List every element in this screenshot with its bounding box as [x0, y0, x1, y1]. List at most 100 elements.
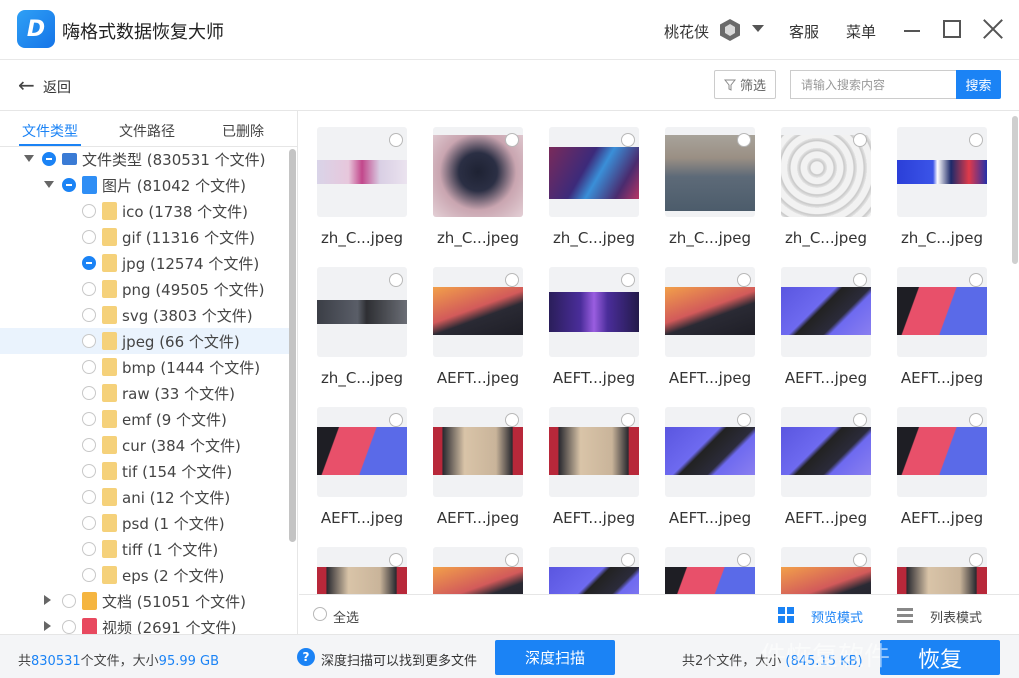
list-mode-button[interactable]: 列表模式 [930, 607, 982, 626]
file-select-checkbox[interactable] [853, 273, 867, 287]
file-card[interactable] [665, 547, 755, 594]
tree-item-checkbox[interactable] [82, 542, 96, 556]
thumbnail-frame[interactable] [781, 127, 871, 217]
tree-item-checkbox[interactable] [82, 308, 96, 322]
file-card[interactable]: zh_C...jpeg [549, 127, 639, 257]
preview-mode-icon[interactable] [778, 607, 794, 623]
tab-deleted[interactable]: 已删除 [222, 121, 264, 141]
file-select-checkbox[interactable] [853, 133, 867, 147]
expand-arrow-icon[interactable] [44, 621, 51, 631]
tree-item-checkbox[interactable] [82, 334, 96, 348]
tree-item-checkbox[interactable] [82, 230, 96, 244]
thumbnail-frame[interactable] [781, 547, 871, 594]
thumbnail-frame[interactable] [897, 407, 987, 497]
file-select-checkbox[interactable] [389, 413, 403, 427]
file-card[interactable]: zh_C...jpeg [317, 127, 407, 257]
tree-item[interactable]: raw (33 个文件) [0, 380, 290, 406]
thumbnail-frame[interactable] [781, 267, 871, 357]
file-select-checkbox[interactable] [969, 413, 983, 427]
file-card[interactable]: AEFT...jpeg [665, 267, 755, 397]
file-card[interactable]: AEFT...jpeg [897, 267, 987, 397]
tree-item-checkbox[interactable] [82, 516, 96, 530]
tree-item[interactable]: jpeg (66 个文件) [0, 328, 290, 354]
expand-arrow-icon[interactable] [44, 595, 51, 605]
file-select-checkbox[interactable] [621, 413, 635, 427]
sidebar-scrollbar[interactable] [289, 149, 296, 542]
search-input[interactable] [790, 70, 956, 99]
file-card[interactable]: AEFT...jpeg [433, 407, 523, 537]
thumbnail-frame[interactable] [897, 127, 987, 217]
tree-item[interactable]: ani (12 个文件) [0, 484, 290, 510]
tree-item-checkbox[interactable] [82, 360, 96, 374]
file-card[interactable] [433, 547, 523, 594]
filter-button[interactable]: 筛选 [714, 70, 776, 99]
file-select-checkbox[interactable] [969, 553, 983, 567]
file-select-checkbox[interactable] [621, 273, 635, 287]
thumbnail-frame[interactable] [665, 407, 755, 497]
file-card[interactable]: AEFT...jpeg [433, 267, 523, 397]
tree-item[interactable]: gif (11316 个文件) [0, 224, 290, 250]
file-select-checkbox[interactable] [389, 133, 403, 147]
tab-file-path[interactable]: 文件路径 [119, 121, 175, 141]
tree-item[interactable]: 视频 (2691 个文件) [0, 614, 290, 634]
tree-item[interactable]: tiff (1 个文件) [0, 536, 290, 562]
tree-item-checkbox[interactable] [82, 256, 96, 270]
tree-item[interactable]: 文件类型 (830531 个文件) [0, 146, 290, 172]
file-card[interactable]: AEFT...jpeg [665, 407, 755, 537]
deep-scan-button[interactable]: 深度扫描 [495, 640, 615, 675]
file-select-checkbox[interactable] [737, 553, 751, 567]
list-mode-icon[interactable] [897, 607, 913, 623]
thumbnail-frame[interactable] [549, 407, 639, 497]
file-card[interactable]: AEFT...jpeg [549, 407, 639, 537]
tree-item[interactable]: jpg (12574 个文件) [0, 250, 290, 276]
file-card[interactable] [897, 547, 987, 594]
file-card[interactable]: zh_C...jpeg [665, 127, 755, 257]
file-card[interactable]: zh_C...jpeg [897, 127, 987, 257]
tree-item[interactable]: psd (1 个文件) [0, 510, 290, 536]
file-select-checkbox[interactable] [969, 133, 983, 147]
tree-item[interactable]: 文档 (51051 个文件) [0, 588, 290, 614]
user-name[interactable]: 桃花侠 [664, 21, 709, 42]
thumbnail-frame[interactable] [549, 127, 639, 217]
thumbnail-frame[interactable] [433, 127, 523, 217]
back-arrow-icon[interactable]: ← [18, 73, 35, 97]
thumbnail-frame[interactable] [665, 547, 755, 594]
file-select-checkbox[interactable] [621, 553, 635, 567]
thumbnail-frame[interactable] [665, 267, 755, 357]
tree-item[interactable]: tif (154 个文件) [0, 458, 290, 484]
select-all-label[interactable]: 全选 [333, 607, 359, 626]
tree-item[interactable]: emf (9 个文件) [0, 406, 290, 432]
grid-scrollbar[interactable] [1012, 116, 1018, 264]
file-card[interactable]: AEFT...jpeg [317, 407, 407, 537]
close-icon[interactable] [982, 18, 1004, 40]
minimize-icon[interactable] [904, 30, 920, 32]
file-card[interactable]: zh_C...jpeg [317, 267, 407, 397]
file-select-checkbox[interactable] [505, 413, 519, 427]
tree-item[interactable]: png (49505 个文件) [0, 276, 290, 302]
thumbnail-frame[interactable] [897, 547, 987, 594]
customer-service-link[interactable]: 客服 [789, 21, 819, 42]
back-button[interactable]: 返回 [43, 77, 71, 97]
file-select-checkbox[interactable] [389, 553, 403, 567]
file-select-checkbox[interactable] [389, 273, 403, 287]
thumbnail-frame[interactable] [433, 407, 523, 497]
thumbnail-frame[interactable] [665, 127, 755, 217]
tree-item-checkbox[interactable] [82, 464, 96, 478]
recover-button[interactable]: 恢复 [880, 640, 1000, 675]
help-icon[interactable]: ? [297, 648, 315, 666]
file-card[interactable]: AEFT...jpeg [549, 267, 639, 397]
tree-item[interactable]: ico (1738 个文件) [0, 198, 290, 224]
file-card[interactable] [317, 547, 407, 594]
file-select-checkbox[interactable] [505, 553, 519, 567]
file-select-checkbox[interactable] [737, 413, 751, 427]
tree-item-checkbox[interactable] [82, 282, 96, 296]
tree-item-checkbox[interactable] [82, 412, 96, 426]
file-select-checkbox[interactable] [737, 133, 751, 147]
file-select-checkbox[interactable] [505, 273, 519, 287]
thumbnail-frame[interactable] [317, 407, 407, 497]
tree-item-checkbox[interactable] [82, 568, 96, 582]
file-card[interactable]: AEFT...jpeg [781, 407, 871, 537]
tree-item-checkbox[interactable] [82, 490, 96, 504]
tree-item[interactable]: cur (384 个文件) [0, 432, 290, 458]
thumbnail-frame[interactable] [317, 127, 407, 217]
